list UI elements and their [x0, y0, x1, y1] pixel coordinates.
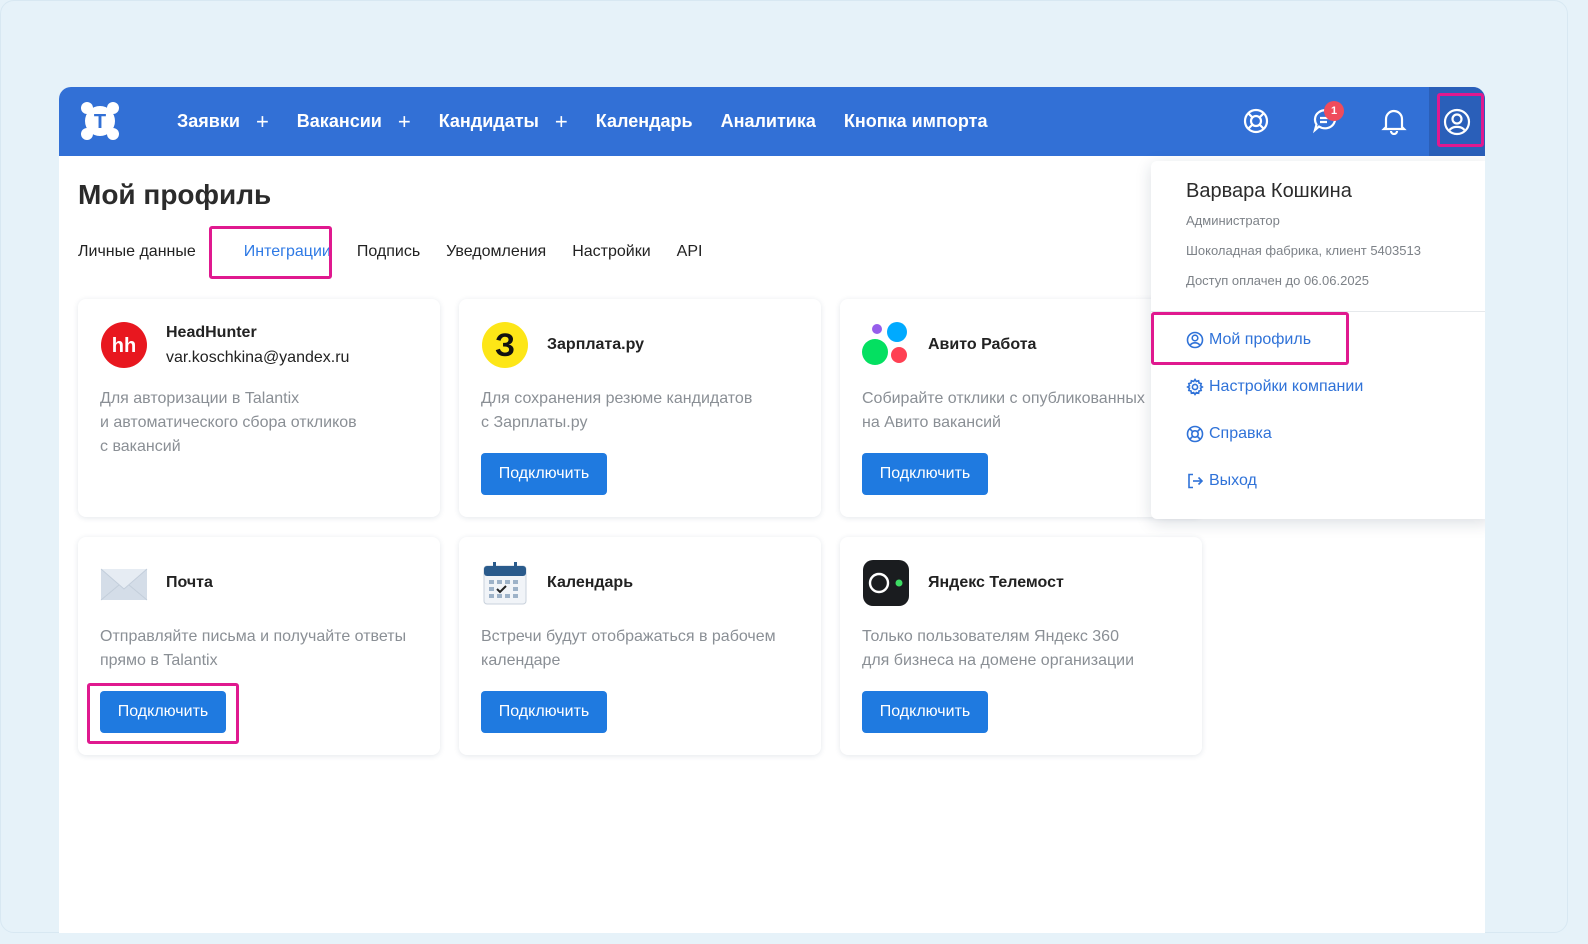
integration-name: Авито Работа	[928, 336, 1037, 353]
avito-logo	[862, 321, 910, 369]
tab-personal-data[interactable]: Личные данные	[78, 243, 196, 261]
menu-item-label: Выход	[1209, 472, 1257, 489]
menu-item-logout[interactable]: Выход	[1186, 472, 1257, 490]
profile-tabs: Личные данные Интеграции Подпись Уведомл…	[78, 243, 728, 261]
nav-label: Календарь	[595, 111, 693, 131]
bell-icon[interactable]	[1377, 104, 1411, 138]
integration-card-avito: Авито Работа Собирайте отклики с опублик…	[840, 299, 1202, 517]
nav-label: Аналитика	[720, 111, 816, 131]
user-company: Шоколадная фабрика, клиент 5403513	[1186, 243, 1421, 258]
integration-name: Яндекс Телемост	[928, 574, 1064, 591]
zarplata-logo-text: З	[495, 327, 515, 363]
headhunter-logo-text: hh	[112, 335, 136, 357]
menu-item-label: Настройки компании	[1209, 378, 1364, 395]
logo-letter: T	[94, 111, 106, 133]
integration-card-telemost: Яндекс Телемост Только пользователям Янд…	[840, 537, 1202, 755]
talantix-logo[interactable]: T	[79, 100, 121, 142]
connect-telemost-button[interactable]: Подключить	[862, 691, 988, 733]
integration-name: Календарь	[547, 574, 634, 591]
user-name: Варвара Кошкина	[1186, 180, 1352, 202]
tab-notifications[interactable]: Уведомления	[446, 243, 546, 261]
main-nav: Заявки + Вакансии + Кандидаты + Календар…	[177, 87, 1015, 156]
integration-description: Только пользователям Яндекс 360 для бизн…	[862, 628, 1135, 669]
integration-card-calendar: Календарь Встречи будут отображаться в р…	[459, 537, 821, 755]
user-circle-icon	[1443, 108, 1471, 135]
nav-item-import-button[interactable]: Кнопка импорта	[844, 111, 988, 132]
integration-description: Для авторизации в Talantix и автоматичес…	[100, 390, 357, 455]
integration-card-mail: Почта Отправляйте письма и получайте отв…	[78, 537, 440, 755]
zarplata-logo: З	[481, 321, 529, 369]
add-request-icon[interactable]: +	[256, 110, 269, 133]
lifebuoy-icon	[1186, 425, 1204, 443]
help-lifebuoy-icon[interactable]	[1239, 104, 1273, 138]
divider	[1151, 311, 1485, 312]
user-circle-icon	[1186, 331, 1204, 349]
nav-label: Заявки	[177, 111, 240, 131]
nav-item-requests[interactable]: Заявки +	[177, 110, 269, 133]
integration-name: Зарплата.ру	[547, 336, 645, 353]
nav-label: Кандидаты	[438, 111, 539, 131]
mail-envelope-icon	[100, 559, 148, 607]
calendar-icon	[481, 559, 529, 607]
headhunter-logo: hh	[100, 321, 148, 369]
add-vacancy-icon[interactable]: +	[398, 110, 411, 133]
integration-name: HeadHunter	[166, 324, 257, 341]
connect-calendar-button[interactable]: Подключить	[481, 691, 607, 733]
nav-label: Вакансии	[296, 111, 382, 131]
user-role: Администратор	[1186, 213, 1280, 228]
top-navbar: T Заявки + Вакансии + Кандидаты + Календ…	[59, 87, 1485, 156]
profile-menu-button[interactable]	[1429, 87, 1485, 156]
integration-card-zarplata: З Зарплата.ру Для сохранения резюме канд…	[459, 299, 821, 517]
integration-card-headhunter: hh HeadHunter var.koschkina@yandex.ru Дл…	[78, 299, 440, 517]
notification-badge: 1	[1324, 101, 1344, 121]
menu-item-company-settings[interactable]: Настройки компании	[1186, 378, 1363, 396]
connected-account-email: var.koschkina@yandex.ru	[166, 349, 350, 366]
connect-mail-button[interactable]: Подключить	[100, 691, 226, 733]
integration-description: Отправляйте письма и получайте ответы пр…	[100, 628, 407, 669]
nav-item-analytics[interactable]: Аналитика	[721, 111, 816, 132]
tab-api[interactable]: API	[677, 243, 703, 261]
integration-name: Почта	[166, 574, 213, 591]
nav-label: Кнопка импорта	[843, 111, 988, 131]
tab-signature[interactable]: Подпись	[357, 243, 420, 261]
connect-avito-button[interactable]: Подключить	[862, 453, 988, 495]
add-candidate-icon[interactable]: +	[555, 110, 568, 133]
logout-icon	[1188, 473, 1204, 489]
integration-description: Встречи будут отображаться в рабочем кал…	[481, 628, 776, 669]
nav-item-candidates[interactable]: Кандидаты +	[438, 110, 568, 133]
integration-description: Для сохранения резюме кандидатов с Зарпл…	[481, 390, 753, 431]
access-paid-until: Доступ оплачен до 06.06.2025	[1186, 273, 1370, 288]
menu-item-help[interactable]: Справка	[1186, 425, 1272, 443]
nav-item-calendar[interactable]: Календарь	[596, 111, 693, 132]
profile-dropdown-menu: Варвара Кошкина Администратор Шоколадная…	[1151, 161, 1485, 519]
menu-item-label: Справка	[1209, 425, 1272, 442]
tab-integrations[interactable]: Интеграции	[244, 243, 331, 261]
tab-settings[interactable]: Настройки	[572, 243, 650, 261]
messages-icon[interactable]: 1	[1308, 101, 1344, 138]
gear-icon	[1186, 378, 1204, 396]
page-title: Мой профиль	[78, 179, 272, 210]
app-window: T Заявки + Вакансии + Кандидаты + Календ…	[59, 87, 1485, 933]
menu-item-my-profile[interactable]: Мой профиль	[1186, 331, 1311, 349]
nav-item-vacancies[interactable]: Вакансии +	[296, 110, 411, 133]
telemost-logo	[862, 559, 910, 607]
menu-item-label: Мой профиль	[1209, 331, 1312, 348]
connect-zarplata-button[interactable]: Подключить	[481, 453, 607, 495]
